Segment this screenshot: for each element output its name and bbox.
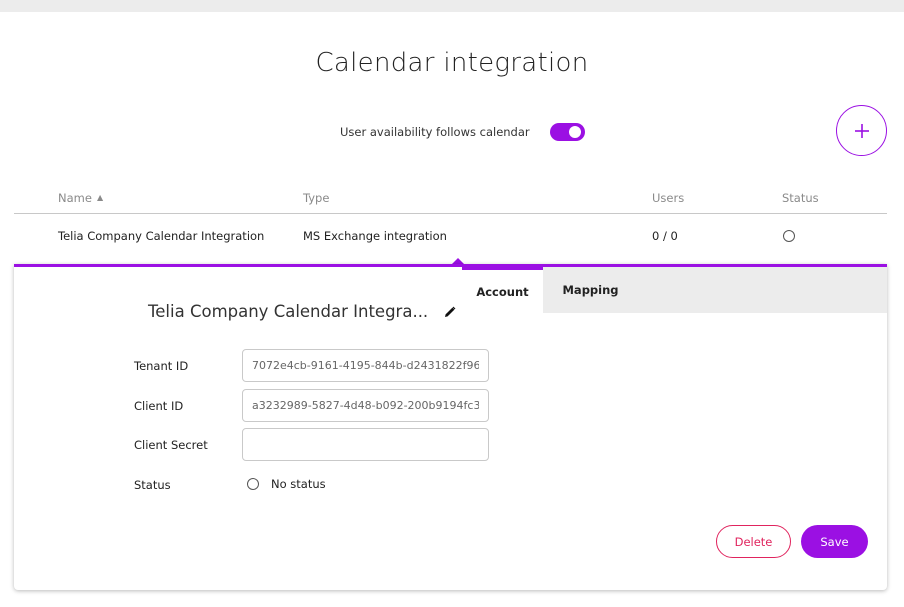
tenant-id-label: Tenant ID [134, 359, 189, 373]
top-bar [0, 0, 904, 12]
client-secret-label: Client Secret [134, 438, 208, 452]
row-type: MS Exchange integration [303, 229, 447, 243]
client-secret-field[interactable] [242, 428, 489, 461]
delete-button[interactable]: Delete [716, 525, 791, 558]
status-value: No status [271, 477, 326, 491]
pencil-icon[interactable] [444, 306, 456, 318]
tab-account[interactable]: Account [462, 267, 543, 313]
client-id-field[interactable] [242, 389, 489, 422]
column-header-status[interactable]: Status [782, 191, 819, 205]
tabs-bar: Account Mapping [462, 267, 887, 313]
integration-detail-panel: Telia Company Calendar Integra... Accoun… [14, 264, 887, 590]
table-header: Name ▲ Type Users Status [14, 188, 887, 214]
plus-icon [854, 123, 869, 138]
column-header-name-label: Name [58, 191, 92, 205]
save-button[interactable]: Save [801, 525, 868, 558]
page-title: Calendar integration [315, 48, 589, 78]
availability-toggle[interactable] [549, 123, 585, 141]
empty-circle-icon [783, 230, 795, 242]
row-users: 0 / 0 [652, 229, 678, 243]
status-label: Status [134, 478, 171, 492]
table-row[interactable]: Telia Company Calendar Integration MS Ex… [14, 226, 887, 250]
availability-toggle-label: User availability follows calendar [340, 125, 530, 139]
status-radio[interactable] [247, 478, 259, 490]
availability-toggle-row: User availability follows calendar [340, 121, 585, 143]
client-id-label: Client ID [134, 399, 184, 413]
column-header-name[interactable]: Name ▲ [58, 191, 103, 205]
add-integration-button[interactable] [836, 105, 887, 156]
toggle-knob [568, 126, 581, 138]
panel-title-row: Telia Company Calendar Integra... [148, 302, 456, 321]
sort-ascending-icon: ▲ [96, 193, 104, 202]
column-header-users[interactable]: Users [652, 191, 684, 205]
tenant-id-field[interactable] [242, 349, 489, 382]
column-header-type[interactable]: Type [303, 191, 329, 205]
status-option[interactable]: No status [247, 477, 326, 491]
panel-title: Telia Company Calendar Integra... [148, 302, 429, 321]
tab-mapping[interactable]: Mapping [543, 267, 638, 313]
row-name: Telia Company Calendar Integration [58, 229, 265, 243]
